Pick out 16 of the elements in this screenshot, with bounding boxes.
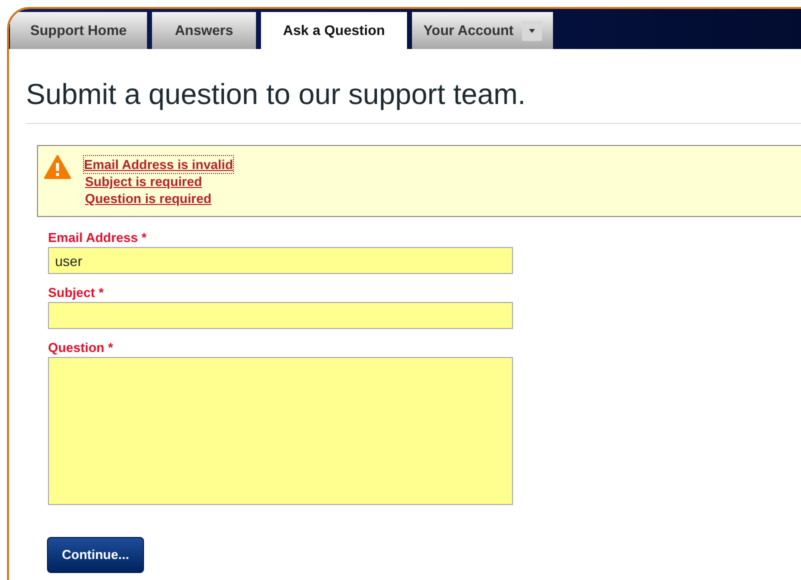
tab[interactable]: Support Home <box>10 12 147 49</box>
input-field[interactable] <box>48 302 513 329</box>
tab[interactable]: Your Account <box>412 12 553 49</box>
tab[interactable]: Answers <box>152 12 256 49</box>
tab[interactable]: Ask a Question <box>261 12 407 49</box>
error-link[interactable]: Email Address is invalid <box>84 156 234 173</box>
error-link[interactable]: Question is required <box>85 190 212 207</box>
field-label: Question * <box>48 339 114 357</box>
input-field[interactable]: user <box>48 247 513 274</box>
field-label: Subject * <box>48 284 104 302</box>
field-label: Email Address * <box>48 229 147 247</box>
continue-button[interactable]: Continue... <box>47 537 144 573</box>
question-field[interactable] <box>48 357 513 505</box>
warning-icon <box>44 155 71 179</box>
page-heading: Submit a question to our support team. <box>26 78 526 113</box>
error-link[interactable]: Subject is required <box>85 173 202 190</box>
